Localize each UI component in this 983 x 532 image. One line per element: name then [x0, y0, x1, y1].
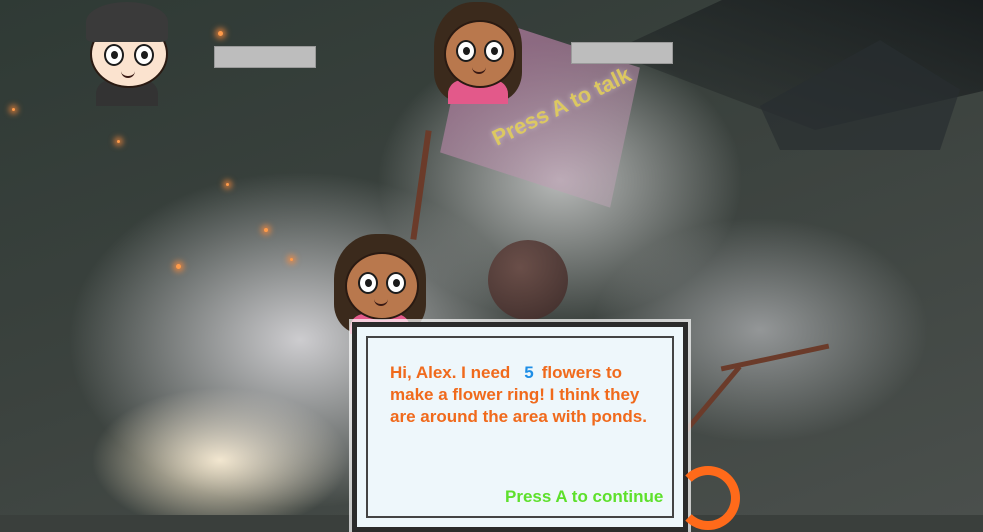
- ember-particle: [290, 258, 293, 261]
- wooden-pole: [410, 130, 432, 240]
- eye-icon: [456, 40, 476, 62]
- ember-particle: [176, 264, 181, 269]
- ember-particle: [12, 108, 15, 111]
- ember-particle: [218, 31, 223, 36]
- companion-name-bar: [571, 42, 673, 64]
- ember-particle: [226, 183, 229, 186]
- speaker-portrait: [334, 234, 426, 334]
- eye-icon: [386, 272, 406, 294]
- companion-face: [444, 20, 516, 88]
- speaker-face: [345, 252, 419, 320]
- continue-prompt[interactable]: Press A to continue: [505, 487, 663, 507]
- helmet-icon: [86, 2, 168, 42]
- dialog-message: Hi, Alex. I need 5 flowers to make a flowe…: [390, 362, 660, 428]
- ember-particle: [264, 228, 268, 232]
- companion-portrait: [434, 2, 524, 104]
- wooden-pole: [720, 343, 830, 372]
- player-name-bar: [214, 46, 316, 68]
- eye-icon: [134, 44, 154, 66]
- eye-icon: [484, 40, 504, 62]
- ember-particle: [117, 140, 120, 143]
- npc-character[interactable]: [488, 240, 568, 320]
- dialog-box[interactable]: Hi, Alex. I need 5 flowers to make a flowe…: [352, 322, 688, 532]
- eye-icon: [358, 272, 378, 294]
- flower-count: 5: [524, 363, 534, 382]
- progress-ring-icon: [676, 466, 740, 530]
- player-portrait: [84, 0, 174, 106]
- eye-icon: [104, 44, 124, 66]
- dialog-line-start: Hi, Alex. I need: [390, 363, 511, 382]
